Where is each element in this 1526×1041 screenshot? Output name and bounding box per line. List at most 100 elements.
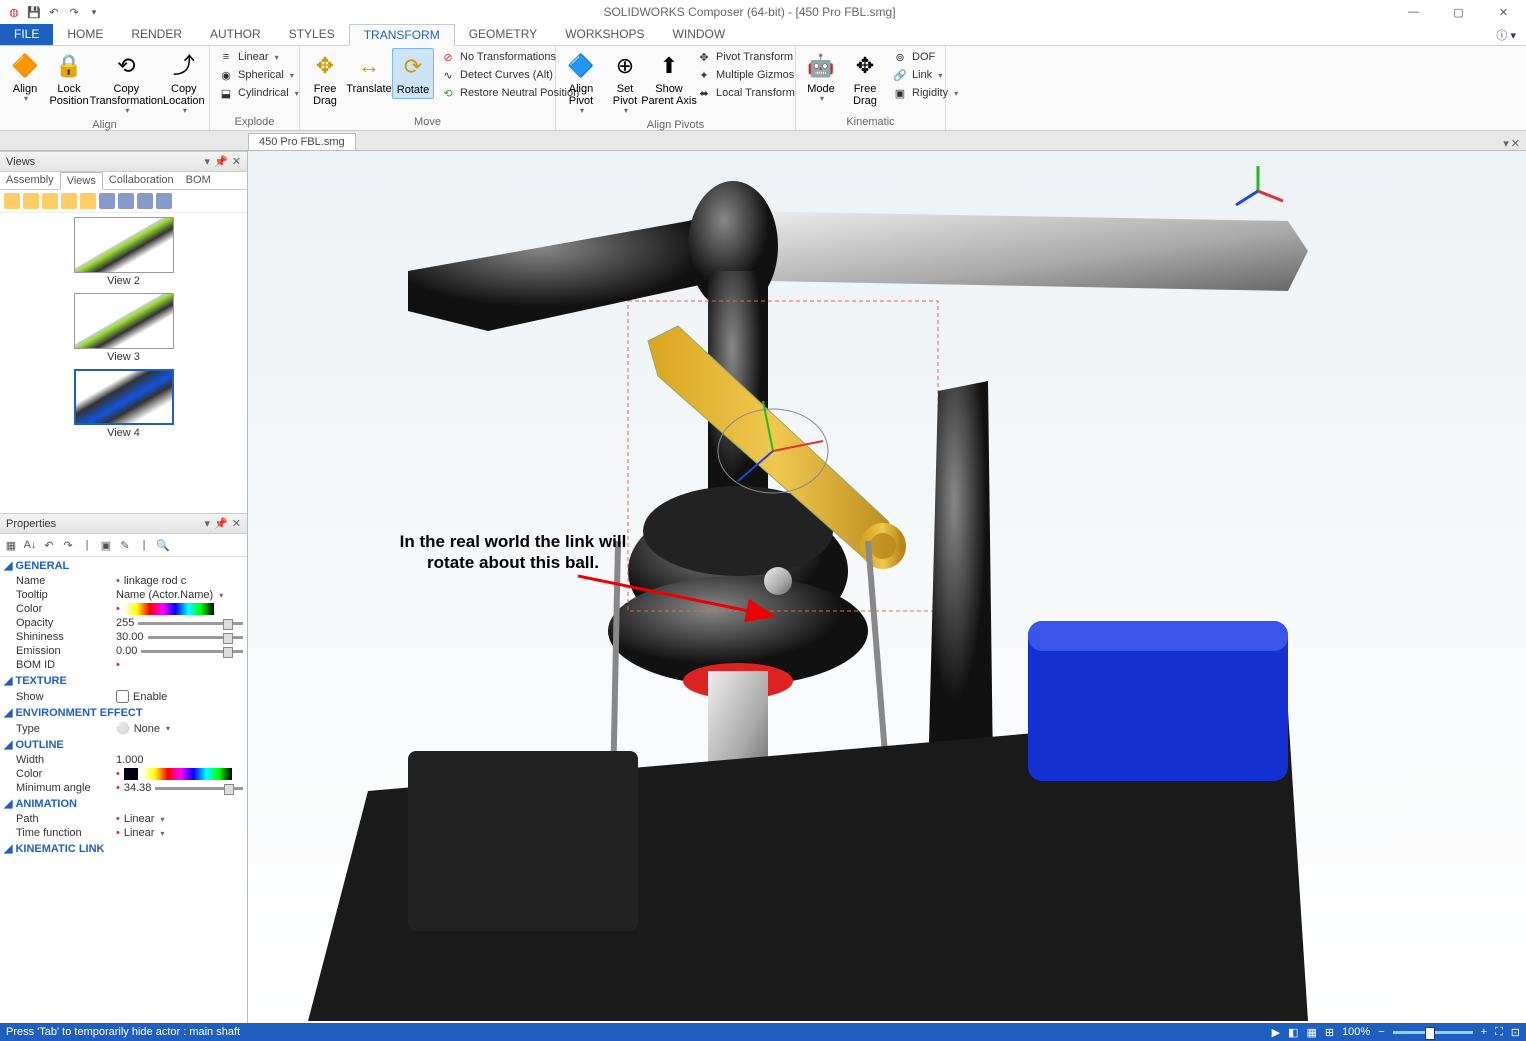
section-kinematic-link[interactable]: ◢ KINEMATIC LINK	[0, 840, 247, 857]
zoom-out-button[interactable]: −	[1378, 1026, 1384, 1038]
lock-position-button[interactable]: 🔒Lock Position	[48, 48, 90, 109]
panel-pin-icon[interactable]: 📌	[214, 155, 228, 168]
explode-spherical-button[interactable]: ◉Spherical	[214, 66, 303, 84]
qat-dropdown-icon[interactable]: ▾	[86, 4, 102, 20]
explode-linear-button[interactable]: ≡Linear	[214, 48, 303, 66]
zoom-slider[interactable]	[1393, 1031, 1473, 1034]
section-environment[interactable]: ◢ ENVIRONMENT EFFECT	[0, 704, 247, 721]
panel-pin-icon[interactable]: 📌	[214, 517, 228, 530]
prop-tool-icon[interactable]: ✎	[117, 537, 133, 553]
free-drag-button[interactable]: ✥Free Drag	[304, 48, 346, 109]
status-icon[interactable]: ⛶	[1495, 1026, 1503, 1039]
pivot-transform-button[interactable]: ✥Pivot Transform	[692, 48, 799, 66]
translate-button[interactable]: ↔Translate	[348, 48, 390, 97]
views-tab-collaboration[interactable]: Collaboration	[103, 172, 180, 189]
tab-workshops[interactable]: WORKSHOPS	[551, 24, 658, 45]
undo-icon[interactable]: ↶	[46, 4, 62, 20]
prop-tool-icon[interactable]: ↷	[60, 537, 76, 553]
mode-button[interactable]: 🤖Mode	[800, 48, 842, 106]
redo-icon[interactable]: ↷	[66, 4, 82, 20]
status-icon[interactable]: ▦	[1306, 1026, 1316, 1039]
local-transform-button[interactable]: ⬌Local Transform	[692, 84, 799, 102]
panel-close-icon[interactable]: ✕	[232, 517, 241, 530]
viewport-3d[interactable]: In the real world the link will rotate a…	[248, 151, 1526, 1023]
views-tool-icon[interactable]	[99, 193, 115, 209]
prop-path-field[interactable]: •Linear	[116, 813, 243, 825]
close-button[interactable]: ✕	[1481, 0, 1526, 24]
tab-file[interactable]: FILE	[0, 24, 53, 45]
set-pivot-button[interactable]: ⊕Set Pivot	[604, 48, 646, 118]
prop-tooltip-field[interactable]: Name (Actor.Name)	[116, 589, 243, 601]
views-tool-icon[interactable]	[61, 193, 77, 209]
minimize-button[interactable]: —	[1391, 0, 1436, 24]
prop-ocolor-field[interactable]: •	[116, 768, 243, 780]
document-tab[interactable]: 450 Pro FBL.smg	[248, 133, 356, 150]
show-parent-axis-button[interactable]: ⬆Show Parent Axis	[648, 48, 690, 109]
views-tool-icon[interactable]	[118, 193, 134, 209]
prop-opacity-field[interactable]: 255	[116, 617, 243, 629]
rigidity-button[interactable]: ▣Rigidity	[888, 84, 962, 102]
panel-options-icon[interactable]: ▾	[205, 155, 211, 168]
section-general[interactable]: ◢ GENERAL	[0, 557, 247, 574]
views-tool-icon[interactable]	[156, 193, 172, 209]
tab-dropdown-icon[interactable]: ▾	[1503, 137, 1509, 150]
tab-render[interactable]: RENDER	[117, 24, 196, 45]
prop-shininess-field[interactable]: 30.00	[116, 631, 243, 643]
prop-minang-field[interactable]: •34.38	[116, 782, 243, 794]
views-tab-assembly[interactable]: Assembly	[0, 172, 60, 189]
tab-close-icon[interactable]: ✕	[1511, 137, 1520, 150]
view-item[interactable]: View 4	[4, 369, 243, 439]
tab-author[interactable]: AUTHOR	[196, 24, 275, 45]
prop-tool-icon[interactable]: ▣	[98, 537, 114, 553]
status-icon[interactable]: ▶	[1272, 1026, 1280, 1039]
section-animation[interactable]: ◢ ANIMATION	[0, 795, 247, 812]
link-button[interactable]: 🔗Link	[888, 66, 962, 84]
tab-styles[interactable]: STYLES	[275, 24, 349, 45]
views-tab-bom[interactable]: BOM	[180, 172, 217, 189]
kin-free-drag-button[interactable]: ✥Free Drag	[844, 48, 886, 109]
views-tool-icon[interactable]	[42, 193, 58, 209]
panel-close-icon[interactable]: ✕	[232, 155, 241, 168]
prop-type-field[interactable]: ⚪ None	[116, 722, 243, 735]
prop-show-field[interactable]: Enable	[116, 690, 243, 703]
status-icon[interactable]: ⊞	[1325, 1026, 1334, 1039]
align-button[interactable]: 🔶Align	[4, 48, 46, 106]
prop-width-field[interactable]: 1.000	[116, 754, 243, 766]
views-tool-icon[interactable]	[137, 193, 153, 209]
prop-tool-icon[interactable]: ↶	[41, 537, 57, 553]
prop-color-field[interactable]: •	[116, 603, 243, 615]
views-tool-icon[interactable]	[4, 193, 20, 209]
tab-window[interactable]: WINDOW	[659, 24, 740, 45]
rotate-button[interactable]: ⟳Rotate	[392, 48, 434, 99]
prop-tool-icon[interactable]: A↓	[22, 537, 38, 553]
multiple-gizmos-button[interactable]: ✦Multiple Gizmos	[692, 66, 799, 84]
explode-cylindrical-button[interactable]: ⬓Cylindrical	[214, 84, 303, 102]
panel-options-icon[interactable]: ▾	[205, 517, 211, 530]
tab-transform[interactable]: TRANSFORM	[349, 24, 455, 46]
prop-timefn-field[interactable]: •Linear	[116, 827, 243, 839]
copy-location-button[interactable]: ⤴Copy Location	[163, 48, 205, 118]
copy-transformation-button[interactable]: ⟲Copy Transformation	[92, 48, 161, 118]
status-icon[interactable]: ◧	[1288, 1026, 1298, 1039]
section-outline[interactable]: ◢ OUTLINE	[0, 736, 247, 753]
views-tool-icon[interactable]	[23, 193, 39, 209]
maximize-button[interactable]: ▢	[1436, 0, 1481, 24]
status-icon[interactable]: ⊡	[1511, 1026, 1520, 1039]
zoom-in-button[interactable]: +	[1481, 1026, 1487, 1038]
prop-bomid-field[interactable]: •	[116, 659, 243, 671]
views-tool-icon[interactable]	[80, 193, 96, 209]
view-item[interactable]: View 3	[4, 293, 243, 363]
prop-tool-icon[interactable]: ▦	[3, 537, 19, 553]
save-icon[interactable]: 💾	[26, 4, 42, 20]
tab-geometry[interactable]: GEOMETRY	[455, 24, 551, 45]
prop-name-field[interactable]: •linkage rod c	[116, 575, 243, 587]
align-pivot-button[interactable]: 🔷Align Pivot	[560, 48, 602, 118]
prop-tool-icon[interactable]: 🔍	[155, 537, 171, 553]
section-texture[interactable]: ◢ TEXTURE	[0, 672, 247, 689]
dof-button[interactable]: ⊚DOF	[888, 48, 962, 66]
views-tab-views[interactable]: Views	[60, 172, 103, 190]
view-item[interactable]: View 2	[4, 217, 243, 287]
tab-home[interactable]: HOME	[53, 24, 117, 45]
ribbon-help-icon[interactable]: ⓘ ▾	[1486, 24, 1526, 45]
prop-emission-field[interactable]: 0.00	[116, 645, 243, 657]
